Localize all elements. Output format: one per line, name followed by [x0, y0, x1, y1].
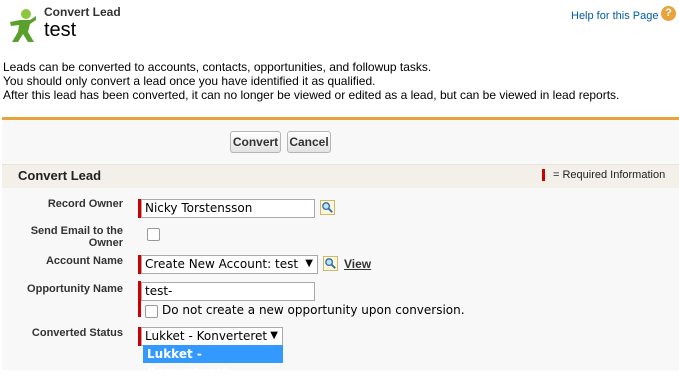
opportunity-name-label: Opportunity Name [27, 283, 123, 295]
page-subtitle: Convert Lead [44, 5, 121, 19]
lookup-icon[interactable] [323, 256, 338, 271]
record-owner-label: Record Owner [47, 198, 123, 210]
intro-line: Leads can be converted to accounts, cont… [3, 60, 432, 74]
cancel-button[interactable]: Cancel [287, 131, 331, 153]
page-title: test [44, 19, 77, 41]
intro-text: Leads can be converted to accounts, cont… [3, 60, 619, 102]
required-marker [542, 169, 545, 181]
dropdown-arrow-icon: ▼ [270, 330, 278, 341]
record-owner-input[interactable]: Nicky Torstensson [141, 199, 315, 218]
lead-logo-icon [10, 9, 36, 42]
converted-status-option[interactable]: Lukket - Konverteret [143, 345, 283, 379]
converted-status-label: Converted Status [31, 327, 123, 339]
no-opportunity-checkbox[interactable] [145, 305, 158, 318]
account-name-label: Account Name [45, 255, 123, 267]
converted-status-value: Lukket - Konverteret [145, 329, 268, 343]
convert-button[interactable]: Convert [230, 131, 281, 153]
opportunity-name-input[interactable]: test- [141, 282, 315, 301]
send-email-label-line: Owner [88, 237, 123, 249]
dropdown-arrow-icon: ▼ [305, 258, 313, 269]
lookup-icon[interactable] [320, 200, 335, 215]
send-email-checkbox[interactable] [147, 228, 160, 241]
intro-line: After this lead has been converted, it c… [3, 88, 620, 102]
required-info-text: = Required Information [553, 169, 666, 181]
view-account-link[interactable]: View [344, 257, 371, 271]
section-title: Convert Lead [18, 168, 102, 183]
account-name-value: Create New Account: test [145, 257, 299, 271]
converted-status-select[interactable]: Lukket - Konverteret ▼ [141, 327, 283, 346]
no-opportunity-label: Do not create a new opportunity upon con… [162, 303, 465, 317]
send-email-label-line: Send Email to the [30, 225, 123, 237]
account-name-select[interactable]: Create New Account: test ▼ [141, 255, 318, 274]
intro-line: You should only convert a lead once you … [3, 74, 376, 88]
help-icon[interactable]: ? [661, 6, 676, 21]
help-link[interactable]: Help for this Page [571, 10, 658, 22]
send-email-label: Send Email to the Owner [10, 225, 123, 249]
